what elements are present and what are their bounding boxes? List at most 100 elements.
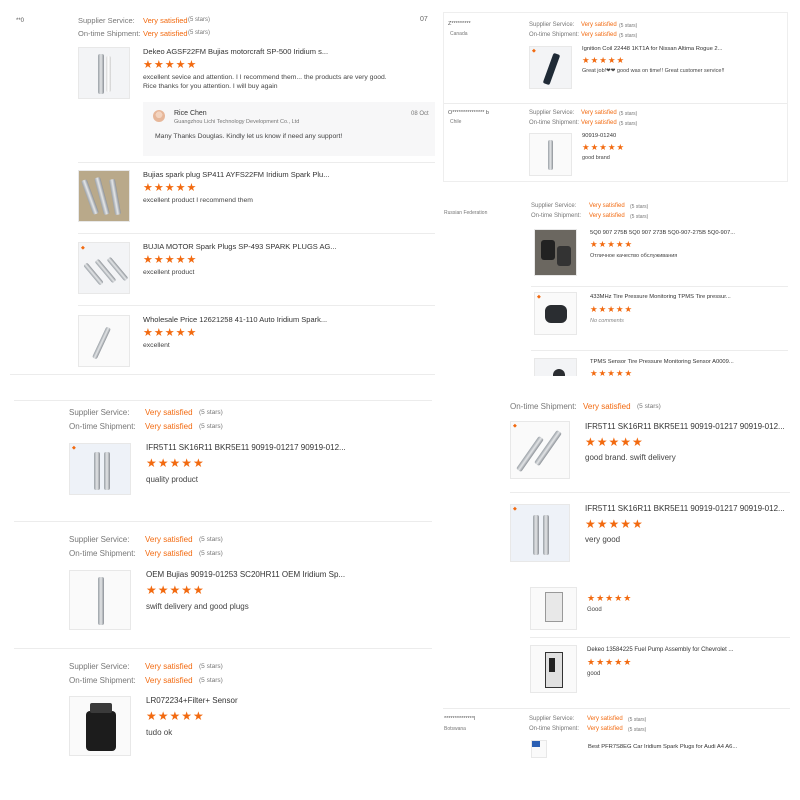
product-title-link[interactable]: Dekeo AGSF22FM Bujias motorcraft SP-500 …	[143, 47, 328, 56]
product-title-link[interactable]: Bujias spark plug SP411 AYFS22FM Iridium…	[143, 170, 329, 179]
product-title-link[interactable]: OEM Bujias 90919-01253 SC20HR11 OEM Irid…	[146, 570, 345, 579]
review-text: Great job!❤❤ good was on time!! Great cu…	[582, 68, 725, 74]
product-thumbnail[interactable]	[69, 570, 131, 630]
supplier-service-stars: (5 stars)	[628, 717, 647, 723]
product-thumbnail[interactable]	[78, 47, 130, 99]
ontime-shipment-rating: Very satisfied	[587, 726, 623, 732]
ontime-shipment-rating: Very satisfied	[583, 402, 631, 411]
product-thumbnail[interactable]: ◆	[510, 421, 570, 479]
rating-stars: ★★★★★	[590, 304, 634, 314]
product-title-link[interactable]: 5Q0 907 275B 5Q0 907 273B 5Q0-907-275B 5…	[590, 230, 735, 236]
rating-stars: ★★★★★	[585, 517, 644, 531]
supplier-service-rating: Very satisfied	[143, 16, 188, 25]
reply-message: Many Thanks Douglas. Kindly let us know …	[155, 133, 343, 140]
supplier-service-rating: Very satisfied	[145, 535, 193, 544]
divider	[78, 162, 435, 163]
product-thumbnail[interactable]	[531, 740, 547, 758]
reply-date: 08 Oct	[411, 111, 429, 117]
brand-badge-icon: ◆	[537, 294, 541, 300]
review-text: swift delivery and good plugs	[146, 602, 249, 611]
rating-stars: ★★★★★	[143, 254, 198, 266]
product-thumbnail[interactable]: ◆	[78, 242, 130, 294]
supplier-service-rating: Very satisfied	[587, 716, 623, 722]
rating-stars: ★★★★★	[143, 182, 198, 194]
product-title-link[interactable]: BUJIA MOTOR Spark Plugs SP-493 SPARK PLU…	[143, 242, 337, 251]
product-title-link[interactable]: Best PFR7S8EG Car Iridium Spark Plugs fo…	[588, 744, 737, 750]
product-thumbnail[interactable]	[534, 229, 577, 276]
product-thumbnail[interactable]	[78, 170, 130, 222]
product-title-link[interactable]: Ignition Coil 22448 1KT1A for Nissan Alt…	[582, 46, 723, 52]
product-thumbnail[interactable]: ◆	[529, 46, 572, 89]
rating-stars: ★★★★★	[585, 435, 644, 449]
review-text: Good	[587, 607, 602, 613]
ontime-shipment-rating: Very satisfied	[145, 676, 193, 685]
buyer-country: Russian Federation	[444, 210, 488, 216]
product-title-link[interactable]: Wholesale Price 12621258 41-110 Auto Iri…	[143, 315, 327, 324]
ontime-shipment-label: On-time Shipment:	[529, 32, 580, 38]
product-title-link[interactable]: 90919-01240	[582, 133, 616, 139]
ontime-shipment-stars: (5 stars)	[619, 121, 638, 127]
buyer-name: Z*********	[448, 21, 471, 27]
rating-stars: ★★★★★	[146, 583, 205, 597]
divider	[444, 103, 787, 104]
buyer-name: O*************** b	[448, 110, 489, 116]
product-title-link[interactable]: IFR5T11 SK16R11 BKR5E11 90919-01217 9091…	[146, 443, 346, 452]
product-title-link[interactable]: LR072234+Filter+ Sensor	[146, 696, 238, 705]
brand-badge-icon: ◆	[532, 48, 536, 54]
product-title-link[interactable]: Dekeo 13584225 Fuel Pump Assembly for Ch…	[587, 647, 733, 653]
ontime-shipment-rating: Very satisfied	[581, 32, 617, 38]
brand-badge-icon: ◆	[513, 506, 517, 512]
rating-stars: ★★★★★	[143, 327, 198, 339]
divider	[14, 648, 432, 649]
divider	[443, 708, 790, 709]
buyer-country: Canada	[450, 31, 468, 37]
rating-stars: ★★★★★	[582, 55, 626, 65]
ontime-shipment-label: On-time Shipment:	[510, 402, 577, 411]
review-panel-fuel-pump: ★★★★★ Good Dekeo 13584225 Fuel Pump Asse…	[527, 587, 790, 697]
rating-stars: ★★★★★	[590, 368, 634, 376]
rating-stars: ★★★★★	[143, 59, 198, 71]
ontime-shipment-rating: Very satisfied	[145, 549, 193, 558]
review-text: excellent sevice and attention. I I reco…	[143, 74, 387, 81]
product-title-link[interactable]: 433MHz Tire Pressure Monitoring TPMS Tir…	[590, 294, 731, 300]
divider	[14, 521, 432, 522]
product-title-link[interactable]: IFR5T11 SK16R11 BKR5E11 90919-01217 9091…	[585, 504, 785, 513]
product-thumbnail[interactable]: ◆	[534, 292, 577, 335]
product-thumbnail[interactable]	[530, 587, 577, 630]
product-thumbnail[interactable]	[529, 133, 572, 176]
product-thumbnail[interactable]	[69, 696, 131, 756]
divider	[530, 637, 790, 638]
product-thumbnail[interactable]	[530, 645, 577, 693]
ontime-shipment-rating: Very satisfied	[143, 29, 188, 38]
review-text: good brand	[582, 155, 610, 161]
ontime-shipment-stars: (5 stars)	[199, 423, 223, 430]
review-text: good brand. swift delivery	[585, 453, 676, 462]
review-panel-botswana: **************l Botswana Supplier Servic…	[443, 708, 790, 763]
ontime-shipment-stars: (5 stars)	[630, 214, 649, 220]
divider	[78, 233, 435, 234]
product-title-link[interactable]: IFR5T11 SK16R11 BKR5E11 90919-01217 9091…	[585, 422, 785, 431]
review-text: good	[587, 671, 601, 677]
product-thumbnail[interactable]: ◆	[510, 504, 570, 562]
ontime-shipment-stars: (5 stars)	[637, 403, 661, 410]
product-title-link[interactable]: TPMS Sensor Tire Pressure Monitoring Sen…	[590, 359, 734, 365]
avatar	[153, 110, 165, 122]
rating-stars: ★★★★★	[146, 456, 205, 470]
buyer-id: **0	[16, 18, 25, 24]
supplier-service-rating: Very satisfied	[581, 22, 617, 28]
buyer-name: **************l	[444, 716, 476, 722]
divider	[78, 305, 435, 306]
product-thumbnail[interactable]	[534, 358, 577, 376]
product-thumbnail[interactable]	[78, 315, 130, 367]
supplier-service-label: Supplier Service:	[78, 16, 135, 25]
review-text: excellent	[143, 342, 170, 349]
divider	[14, 400, 432, 401]
ontime-shipment-label: On-time Shipment:	[69, 422, 136, 431]
ontime-shipment-stars: (5 stars)	[628, 727, 647, 733]
divider	[531, 286, 788, 287]
brand-badge-icon: ◆	[72, 445, 76, 451]
review-text: excellent product	[143, 269, 195, 276]
review-panel-bottom-right: On-time Shipment: Very satisfied (5 star…	[500, 396, 790, 586]
buyer-country: Botswana	[444, 726, 466, 732]
product-thumbnail[interactable]: ◆	[69, 443, 131, 495]
